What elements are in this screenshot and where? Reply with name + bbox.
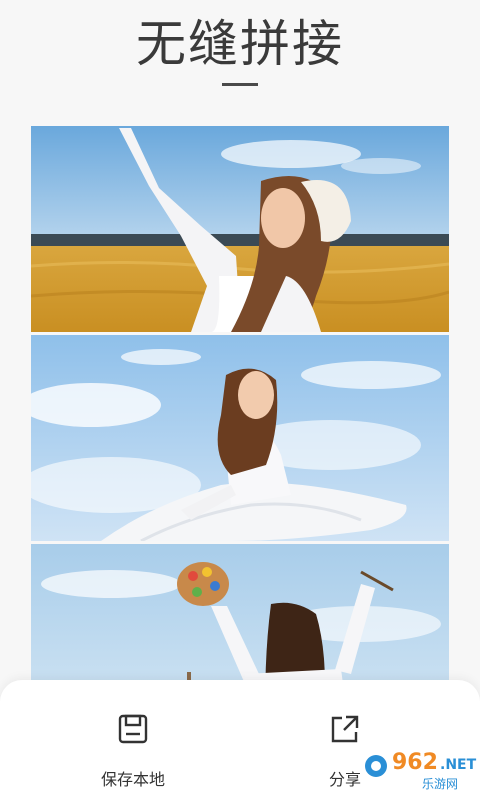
title-underline (222, 83, 258, 86)
save-icon (118, 714, 148, 744)
svg-text:.NET: .NET (440, 757, 477, 773)
page-title: 无缝拼接 (136, 15, 344, 73)
collage-photo-wheat-field[interactable] (31, 126, 449, 332)
wheat-field-image (31, 126, 449, 332)
share-icon (331, 715, 359, 743)
svg-text:962: 962 (392, 750, 438, 775)
save-local-label: 保存本地 (100, 770, 165, 789)
collage-photo-white-dress[interactable] (31, 335, 449, 541)
save-local-button[interactable]: 保存本地 (73, 712, 193, 790)
svg-text:乐游网: 乐游网 (422, 777, 458, 791)
site-watermark-logo: 962 .NET 乐游网 (365, 750, 477, 791)
white-dress-image (31, 335, 449, 541)
